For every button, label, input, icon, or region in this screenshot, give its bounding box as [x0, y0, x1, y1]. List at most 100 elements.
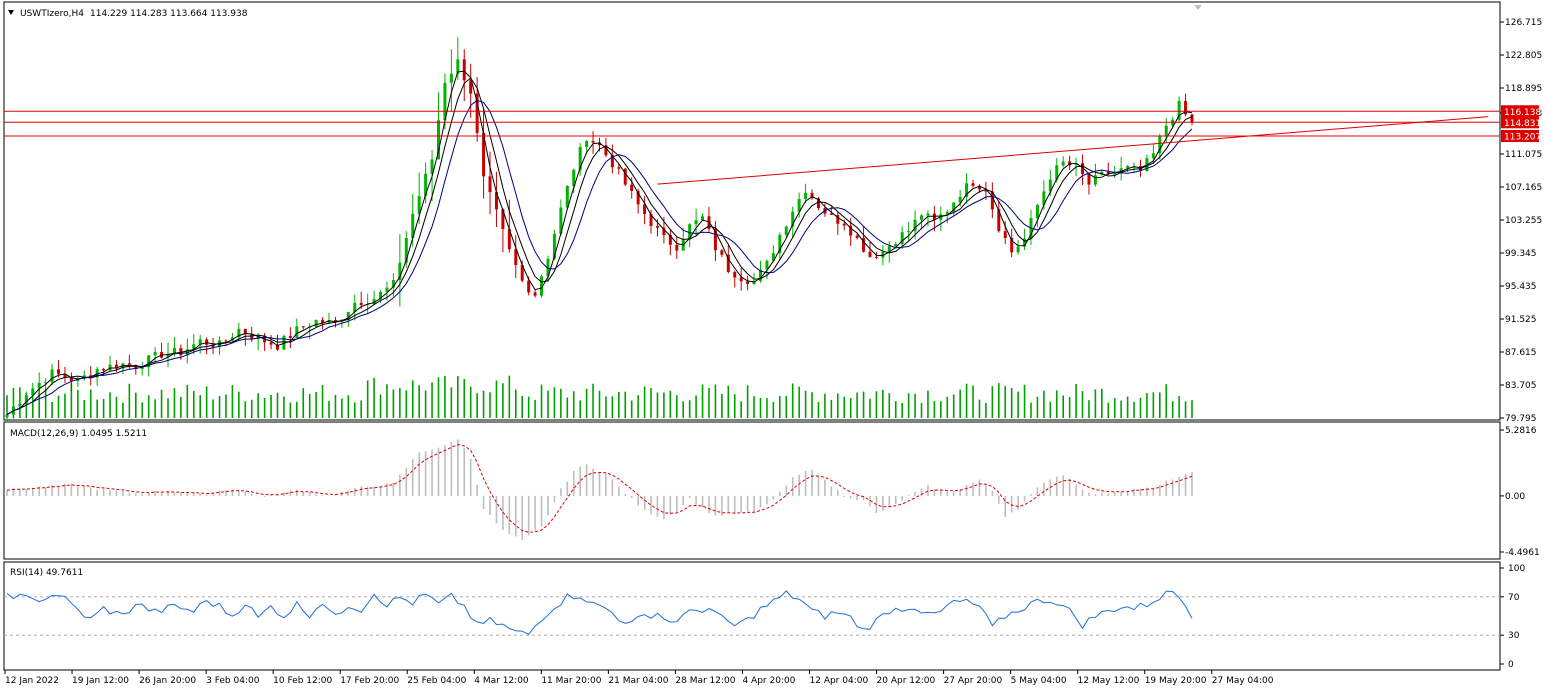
candle-body: [1016, 246, 1020, 253]
candle-body: [926, 213, 930, 216]
rsi-tick-label: 30: [1508, 631, 1520, 641]
candle-body: [488, 176, 492, 193]
candle-body: [829, 213, 833, 215]
macd-axis: 5.2816 0.00 -4.4961: [1500, 426, 1540, 558]
candle-body: [50, 369, 54, 383]
candle-body: [1061, 161, 1065, 166]
price-tick-label: 83.705: [1505, 381, 1537, 391]
price-tick-label: 126.715: [1505, 18, 1542, 28]
candlesticks: [5, 36, 1194, 422]
candle-body: [288, 335, 292, 338]
moving-average-line: [6, 77, 1193, 416]
time-tick-label: 19 May 20:00: [1145, 676, 1207, 686]
candle-body: [57, 369, 61, 375]
candle-body: [224, 340, 228, 342]
candle-body: [920, 215, 924, 220]
candle-body: [1003, 231, 1007, 239]
rsi-indicator: [4, 590, 1500, 636]
price-tick-label: 103.255: [1505, 216, 1542, 226]
time-tick-label: 26 Jan 20:00: [139, 676, 196, 686]
macd-label: MACD(12,26,9) 1.0495 1.5211: [10, 429, 147, 439]
rsi-tick-label: 70: [1508, 593, 1520, 603]
candle-body: [527, 280, 531, 293]
candle-body: [585, 141, 589, 148]
time-axis: 12 Jan 2022 19 Jan 12:00 26 Jan 20:00 3 Feb…: [4, 670, 1274, 686]
rsi-line: [6, 590, 1193, 636]
symbol-label: USWTIzero,H4: [20, 9, 84, 19]
rsi-panel-border: [3, 561, 1501, 671]
time-tick-label: 4 Mar 12:00: [474, 676, 529, 686]
time-tick-label: 12 Apr 04:00: [810, 676, 869, 686]
price-tick-label: 99.345: [1505, 249, 1537, 259]
candle-body: [874, 256, 878, 258]
candle-body: [18, 403, 22, 407]
macd-tick-label: 5.2816: [1505, 426, 1537, 436]
time-tick-label: 10 Feb 12:00: [273, 676, 332, 686]
rsi-axis: 100 70 30 0: [1500, 564, 1525, 670]
price-tick-label: 87.615: [1505, 348, 1537, 358]
candle-body: [449, 73, 453, 83]
time-tick-label: 21 Mar 04:00: [608, 676, 668, 686]
candle-body: [1151, 153, 1155, 159]
candle-body: [804, 192, 808, 200]
candle-body: [842, 223, 846, 226]
candle-body: [1035, 204, 1039, 219]
candle-body: [102, 369, 106, 371]
time-tick-label: 28 Mar 12:00: [675, 676, 735, 686]
candle-body: [720, 250, 724, 255]
dropdown-triangle-icon[interactable]: [8, 10, 14, 15]
level-price-label: 114.831: [1504, 119, 1541, 129]
candle-body: [359, 302, 363, 306]
candle-body: [868, 251, 872, 257]
candle-body: [784, 226, 788, 235]
price-axis: 126.715122.805118.895115.938111.075107.1…: [1500, 18, 1542, 424]
chart-shift-marker-icon[interactable]: [1194, 5, 1202, 10]
candle-body: [855, 235, 859, 238]
chart-window[interactable]: 126.715122.805118.895115.938111.075107.1…: [0, 0, 1545, 692]
time-tick-label: 17 Feb 20:00: [340, 676, 399, 686]
level-price-label: 113.207: [1504, 133, 1541, 143]
time-tick-label: 20 Apr 12:00: [877, 676, 936, 686]
candle-body: [694, 220, 698, 225]
trendline: [657, 116, 1489, 185]
price-tick-label: 91.525: [1505, 315, 1537, 325]
candle-body: [205, 339, 209, 345]
trendline-segment: [657, 116, 1489, 185]
time-tick-label: 4 Apr 20:00: [742, 676, 795, 686]
ohlc-readout: 114.229 114.283 113.664 113.938: [90, 9, 248, 19]
rsi-tick-label: 0: [1508, 660, 1514, 670]
level-labels: 116.138114.831 113.207: [1501, 105, 1541, 143]
macd-panel-border: [3, 421, 1501, 560]
candle-body: [907, 231, 911, 233]
time-tick-label: 5 May 04:00: [1011, 676, 1067, 686]
level-price-label: 116.138: [1504, 108, 1541, 118]
candle-body: [971, 183, 975, 186]
time-tick-label: 27 May 04:00: [1212, 676, 1274, 686]
rsi-tick-label: 100: [1508, 564, 1525, 574]
candle-body: [746, 281, 750, 284]
time-tick-label: 12 May 12:00: [1078, 676, 1140, 686]
candle-body: [630, 184, 634, 191]
candle-body: [462, 59, 466, 81]
time-tick-label: 27 Apr 20:00: [944, 676, 1003, 686]
candle-body: [301, 326, 305, 328]
macd-tick-label: 0.00: [1505, 492, 1525, 502]
time-tick-label: 25 Feb 04:00: [407, 676, 466, 686]
candle-body: [295, 326, 299, 338]
candle-body: [533, 292, 537, 296]
candle-body: [655, 225, 659, 228]
price-tick-label: 111.075: [1505, 150, 1542, 160]
candle-body: [269, 342, 273, 345]
candle-body: [1190, 114, 1194, 123]
price-chart[interactable]: 126.715122.805118.895115.938111.075107.1…: [0, 0, 1545, 692]
time-tick-label: 19 Jan 12:00: [72, 676, 129, 686]
candle-body: [314, 319, 318, 327]
rsi-label: RSI(14) 49.7611: [10, 568, 83, 578]
candle-body: [1164, 125, 1168, 137]
candle-body: [701, 216, 705, 221]
candle-body: [675, 244, 679, 251]
time-tick-label: 11 Mar 20:00: [541, 676, 601, 686]
candle-body: [5, 414, 9, 418]
price-tick-label: 122.805: [1505, 51, 1542, 61]
price-tick-label: 79.795: [1505, 414, 1537, 424]
